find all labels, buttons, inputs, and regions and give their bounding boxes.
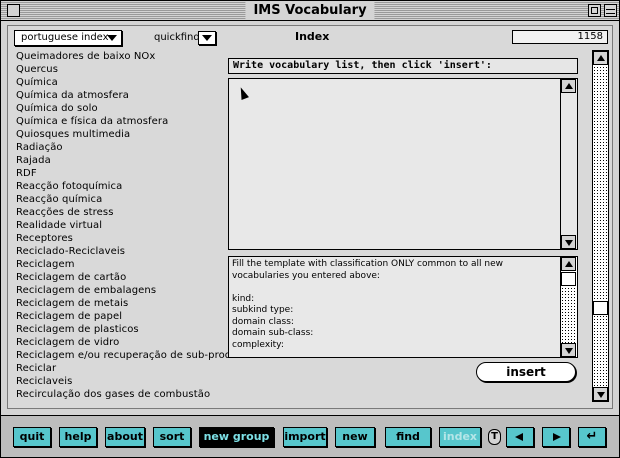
new-button[interactable]: new [335,427,375,447]
list-item[interactable]: Reciclagem de metais [12,297,252,310]
window-title: IMS Vocabulary [245,2,375,19]
forward-arrow-icon[interactable] [542,427,570,447]
scroll-thumb[interactable] [593,301,608,315]
list-item[interactable]: Química [12,76,252,89]
quickfind-dropdown[interactable] [198,31,216,45]
list-item[interactable]: Recirculação dos gases de combustão [12,388,252,401]
scroll-down-arrow-icon[interactable] [593,387,608,401]
app-window: IMS Vocabulary portuguese index quickfin… [0,0,620,458]
list-item[interactable]: Química e física da atmosfera [12,115,252,128]
term-list: Queimadores de baixo NOx Quercus Química Qu… [12,50,252,402]
scroll-thumb[interactable] [561,272,576,286]
chevron-down-icon [202,35,212,41]
collapse-box[interactable] [604,4,617,17]
main-panel: portuguese index quickfind Index 1158 Qu… [7,25,613,409]
new-group-button[interactable]: new group [199,427,274,447]
enter-icon[interactable]: ↵ [578,427,606,447]
classification-template-text: Fill the template with classification ON… [232,259,503,350]
quit-button[interactable]: quit [13,427,51,447]
import-button[interactable]: import [283,427,327,447]
vocabulary-scrollbar[interactable] [560,79,577,249]
find-button[interactable]: find [385,427,431,447]
list-item[interactable]: Reciclado-Reciclaveis [12,245,252,258]
bottom-toolbar: quit help about sort new group import ne… [1,415,619,457]
insert-button[interactable]: insert [476,362,576,382]
list-item[interactable]: Reacção química [12,193,252,206]
list-item[interactable]: Radiação [12,141,252,154]
scroll-up-arrow-icon[interactable] [561,79,576,93]
help-button[interactable]: help [59,427,97,447]
list-item[interactable]: Queimadores de baixo NOx [12,50,252,63]
record-count: 1158 [512,30,608,44]
index-button[interactable]: index [439,427,481,447]
list-item[interactable]: Reciclagem e/ou recuperação de sub-produ… [12,349,252,362]
list-item[interactable]: Química da atmosfera [12,89,252,102]
close-box[interactable] [7,4,20,17]
scroll-down-arrow-icon[interactable] [561,343,576,357]
index-language-select[interactable]: portuguese index [14,30,122,46]
quickfind-label: quickfind [154,32,200,43]
back-arrow-icon[interactable] [506,427,534,447]
chevron-down-icon [107,35,117,41]
sort-button[interactable]: sort [153,427,191,447]
list-item[interactable]: Reciclagem de papel [12,310,252,323]
enter-glyph: ↵ [586,429,598,444]
list-item[interactable]: RDF [12,167,252,180]
list-item[interactable]: Reciclagem de cartão [12,271,252,284]
list-item[interactable]: Química do solo [12,102,252,115]
list-item[interactable]: Rajada [12,154,252,167]
list-item[interactable]: Reciclagem [12,258,252,271]
list-item[interactable]: Reciclagem de embalagens [12,284,252,297]
title-bar[interactable]: IMS Vocabulary [1,1,619,21]
list-item[interactable]: Reacção fotoquímica [12,180,252,193]
zoom-box[interactable] [588,4,601,17]
list-item[interactable]: Receptores [12,232,252,245]
list-item[interactable]: Reciclaveis [12,375,252,388]
list-item[interactable]: Reciclagem de plasticos [12,323,252,336]
scroll-up-arrow-icon[interactable] [593,51,608,65]
list-item[interactable]: Reacções de stress [12,206,252,219]
index-language-value: portuguese index [21,32,109,43]
list-item[interactable]: Quiosques multimedia [12,128,252,141]
list-item[interactable]: Realidade virtual [12,219,252,232]
scroll-up-arrow-icon[interactable] [561,257,576,271]
classification-template[interactable]: Fill the template with classification ON… [228,256,578,358]
list-item[interactable]: Reciclar [12,362,252,375]
list-item[interactable]: Quercus [12,63,252,76]
vocabulary-input[interactable] [228,78,578,250]
template-scrollbar[interactable] [560,257,577,357]
t-toggle-button[interactable]: T [488,429,501,445]
list-item[interactable]: Reciclagem de vidro [12,336,252,349]
about-button[interactable]: about [105,427,145,447]
page-title: Index [295,30,330,43]
vocabulary-prompt: Write vocabulary list, then click 'inser… [228,58,578,74]
scroll-down-arrow-icon[interactable] [561,235,576,249]
term-list-scrollbar[interactable] [592,50,609,402]
